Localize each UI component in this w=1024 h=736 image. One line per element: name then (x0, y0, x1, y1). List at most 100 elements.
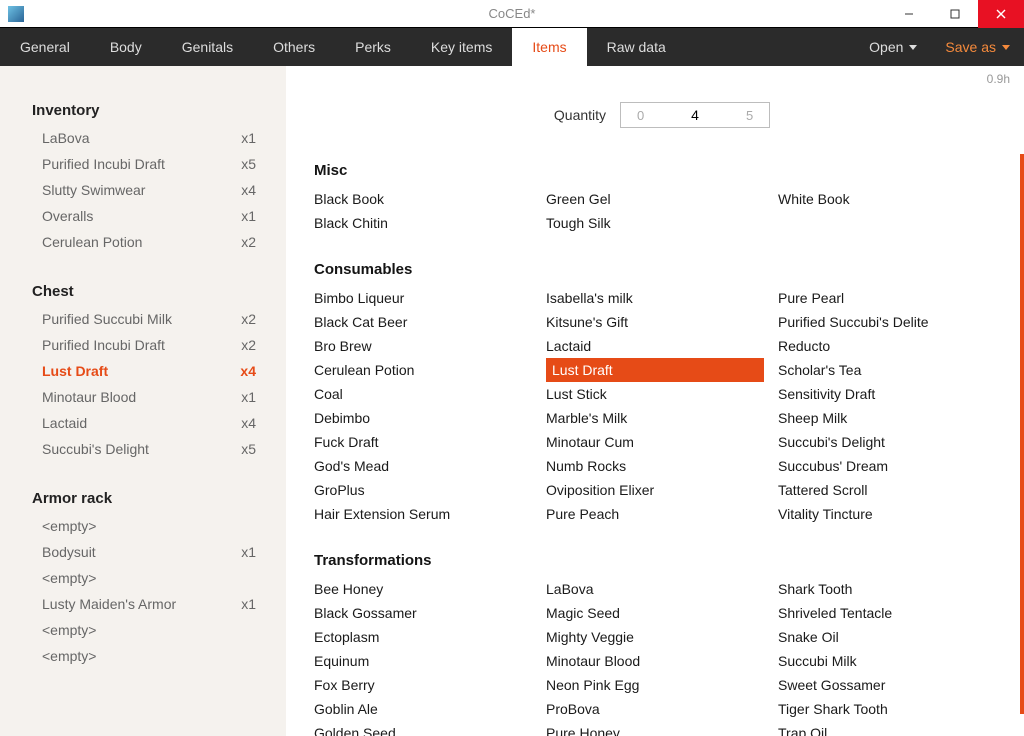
inventory-row[interactable]: Purified Incubi Draftx2 (0, 332, 286, 358)
inventory-row[interactable]: <empty> (0, 643, 286, 669)
catalog-item[interactable]: Cerulean Potion (314, 358, 546, 382)
open-menu[interactable]: Open (855, 28, 931, 66)
inventory-row[interactable]: Overallsx1 (0, 203, 286, 229)
inventory-item-name: Lust Draft (42, 363, 108, 379)
catalog-item[interactable]: Golden Seed (314, 721, 546, 736)
catalog-item[interactable]: Bee Honey (314, 577, 546, 601)
catalog-item[interactable]: Bro Brew (314, 334, 546, 358)
catalog-item[interactable]: Black Chitin (314, 211, 546, 235)
catalog-item[interactable]: God's Mead (314, 454, 546, 478)
catalog-item[interactable]: Debimbo (314, 406, 546, 430)
catalog-item[interactable]: Snake Oil (778, 625, 1010, 649)
catalog-item[interactable]: Kitsune's Gift (546, 310, 778, 334)
catalog-item[interactable]: Goblin Ale (314, 697, 546, 721)
catalog-item[interactable]: Reducto (778, 334, 1010, 358)
inventory-row[interactable]: Lust Draftx4 (0, 358, 286, 384)
catalog-item[interactable]: Vitality Tincture (778, 502, 1010, 526)
inventory-row[interactable]: Bodysuitx1 (0, 539, 286, 565)
catalog-item[interactable]: Fox Berry (314, 673, 546, 697)
catalog-item[interactable]: Trap Oil (778, 721, 1010, 736)
minimize-button[interactable] (886, 0, 932, 28)
catalog-item[interactable]: Lust Stick (546, 382, 778, 406)
catalog-item[interactable]: Minotaur Blood (546, 649, 778, 673)
inventory-item-name: Succubi's Delight (42, 441, 149, 457)
tab-items[interactable]: Items (512, 28, 586, 66)
tab-perks[interactable]: Perks (335, 28, 411, 66)
item-catalog: Quantity 0 5 MiscBlack BookBlack ChitinG… (286, 66, 1024, 736)
sidebar-section-inventory: Inventory (0, 96, 286, 125)
catalog-item[interactable]: Tiger Shark Tooth (778, 697, 1010, 721)
catalog-item[interactable]: Succubus' Dream (778, 454, 1010, 478)
inventory-item-name: Lactaid (42, 415, 87, 431)
catalog-item[interactable]: Tattered Scroll (778, 478, 1010, 502)
catalog-item[interactable]: Numb Rocks (546, 454, 778, 478)
inventory-row[interactable]: Succubi's Delightx5 (0, 436, 286, 462)
tab-genitals[interactable]: Genitals (162, 28, 253, 66)
tab-body[interactable]: Body (90, 28, 162, 66)
tab-general[interactable]: General (0, 28, 90, 66)
catalog-item[interactable]: GroPlus (314, 478, 546, 502)
inventory-row[interactable]: <empty> (0, 513, 286, 539)
inventory-item-qty: x2 (241, 234, 256, 250)
catalog-item[interactable]: White Book (778, 187, 1010, 211)
tab-raw-data[interactable]: Raw data (587, 28, 686, 66)
catalog-item[interactable]: Sweet Gossamer (778, 673, 1010, 697)
catalog-item[interactable]: Minotaur Cum (546, 430, 778, 454)
catalog-item[interactable]: Lust Draft (546, 358, 764, 382)
tab-key-items[interactable]: Key items (411, 28, 512, 66)
catalog-item[interactable]: Sensitivity Draft (778, 382, 1010, 406)
inventory-row[interactable]: Cerulean Potionx2 (0, 229, 286, 255)
quantity-input[interactable] (660, 103, 730, 127)
catalog-item[interactable]: LaBova (546, 577, 778, 601)
catalog-item[interactable]: Succubi's Delight (778, 430, 1010, 454)
saveas-menu[interactable]: Save as (931, 28, 1024, 66)
inventory-row[interactable]: Lusty Maiden's Armor x1 (0, 591, 286, 617)
catalog-item[interactable]: Equinum (314, 649, 546, 673)
catalog-item[interactable]: Pure Honey (546, 721, 778, 736)
catalog-item[interactable]: Tough Silk (546, 211, 778, 235)
catalog-item[interactable]: Marble's Milk (546, 406, 778, 430)
inventory-item-name: <empty> (42, 648, 96, 664)
inventory-row[interactable]: LaBovax1 (0, 125, 286, 151)
catalog-item[interactable]: Magic Seed (546, 601, 778, 625)
catalog-item[interactable]: Mighty Veggie (546, 625, 778, 649)
catalog-item[interactable]: Black Cat Beer (314, 310, 546, 334)
catalog-item[interactable]: Oviposition Elixer (546, 478, 778, 502)
catalog-item[interactable]: Sheep Milk (778, 406, 1010, 430)
catalog-item[interactable]: Purified Succubi's Delite (778, 310, 1010, 334)
inventory-row[interactable]: Lactaidx4 (0, 410, 286, 436)
inventory-row[interactable]: <empty> (0, 565, 286, 591)
catalog-item[interactable]: Lactaid (546, 334, 778, 358)
catalog-item[interactable]: Pure Pearl (778, 286, 1010, 310)
inventory-row[interactable]: Purified Incubi Draftx5 (0, 151, 286, 177)
catalog-item[interactable]: Bimbo Liqueur (314, 286, 546, 310)
catalog-item[interactable]: Ectoplasm (314, 625, 546, 649)
catalog-item[interactable]: Black Gossamer (314, 601, 546, 625)
catalog-item[interactable]: Black Book (314, 187, 546, 211)
inventory-row[interactable]: <empty> (0, 617, 286, 643)
tab-bar: GeneralBodyGenitalsOthersPerksKey itemsI… (0, 28, 1024, 66)
catalog-item[interactable]: Neon Pink Egg (546, 673, 778, 697)
app-icon (8, 6, 24, 22)
catalog-item[interactable]: Coal (314, 382, 546, 406)
catalog-item[interactable]: Hair Extension Serum (314, 502, 546, 526)
inventory-item-qty: x1 (241, 596, 256, 612)
inventory-row[interactable]: Purified Succubi Milkx2 (0, 306, 286, 332)
quantity-stepper[interactable]: 0 5 (620, 102, 770, 128)
inventory-item-name: Lusty Maiden's Armor (42, 596, 176, 612)
catalog-item[interactable]: Scholar's Tea (778, 358, 1010, 382)
catalog-item[interactable]: Fuck Draft (314, 430, 546, 454)
maximize-button[interactable] (932, 0, 978, 28)
catalog-item[interactable]: Green Gel (546, 187, 778, 211)
catalog-item[interactable]: Shriveled Tentacle (778, 601, 1010, 625)
catalog-item[interactable]: Shark Tooth (778, 577, 1010, 601)
inventory-row[interactable]: Minotaur Bloodx1 (0, 384, 286, 410)
close-button[interactable] (978, 0, 1024, 28)
group-heading-consumables: Consumables (314, 261, 1010, 278)
catalog-item[interactable]: Isabella's milk (546, 286, 778, 310)
tab-others[interactable]: Others (253, 28, 335, 66)
catalog-item[interactable]: ProBova (546, 697, 778, 721)
catalog-item[interactable]: Pure Peach (546, 502, 778, 526)
catalog-item[interactable]: Succubi Milk (778, 649, 1010, 673)
inventory-row[interactable]: Slutty Swimwearx4 (0, 177, 286, 203)
